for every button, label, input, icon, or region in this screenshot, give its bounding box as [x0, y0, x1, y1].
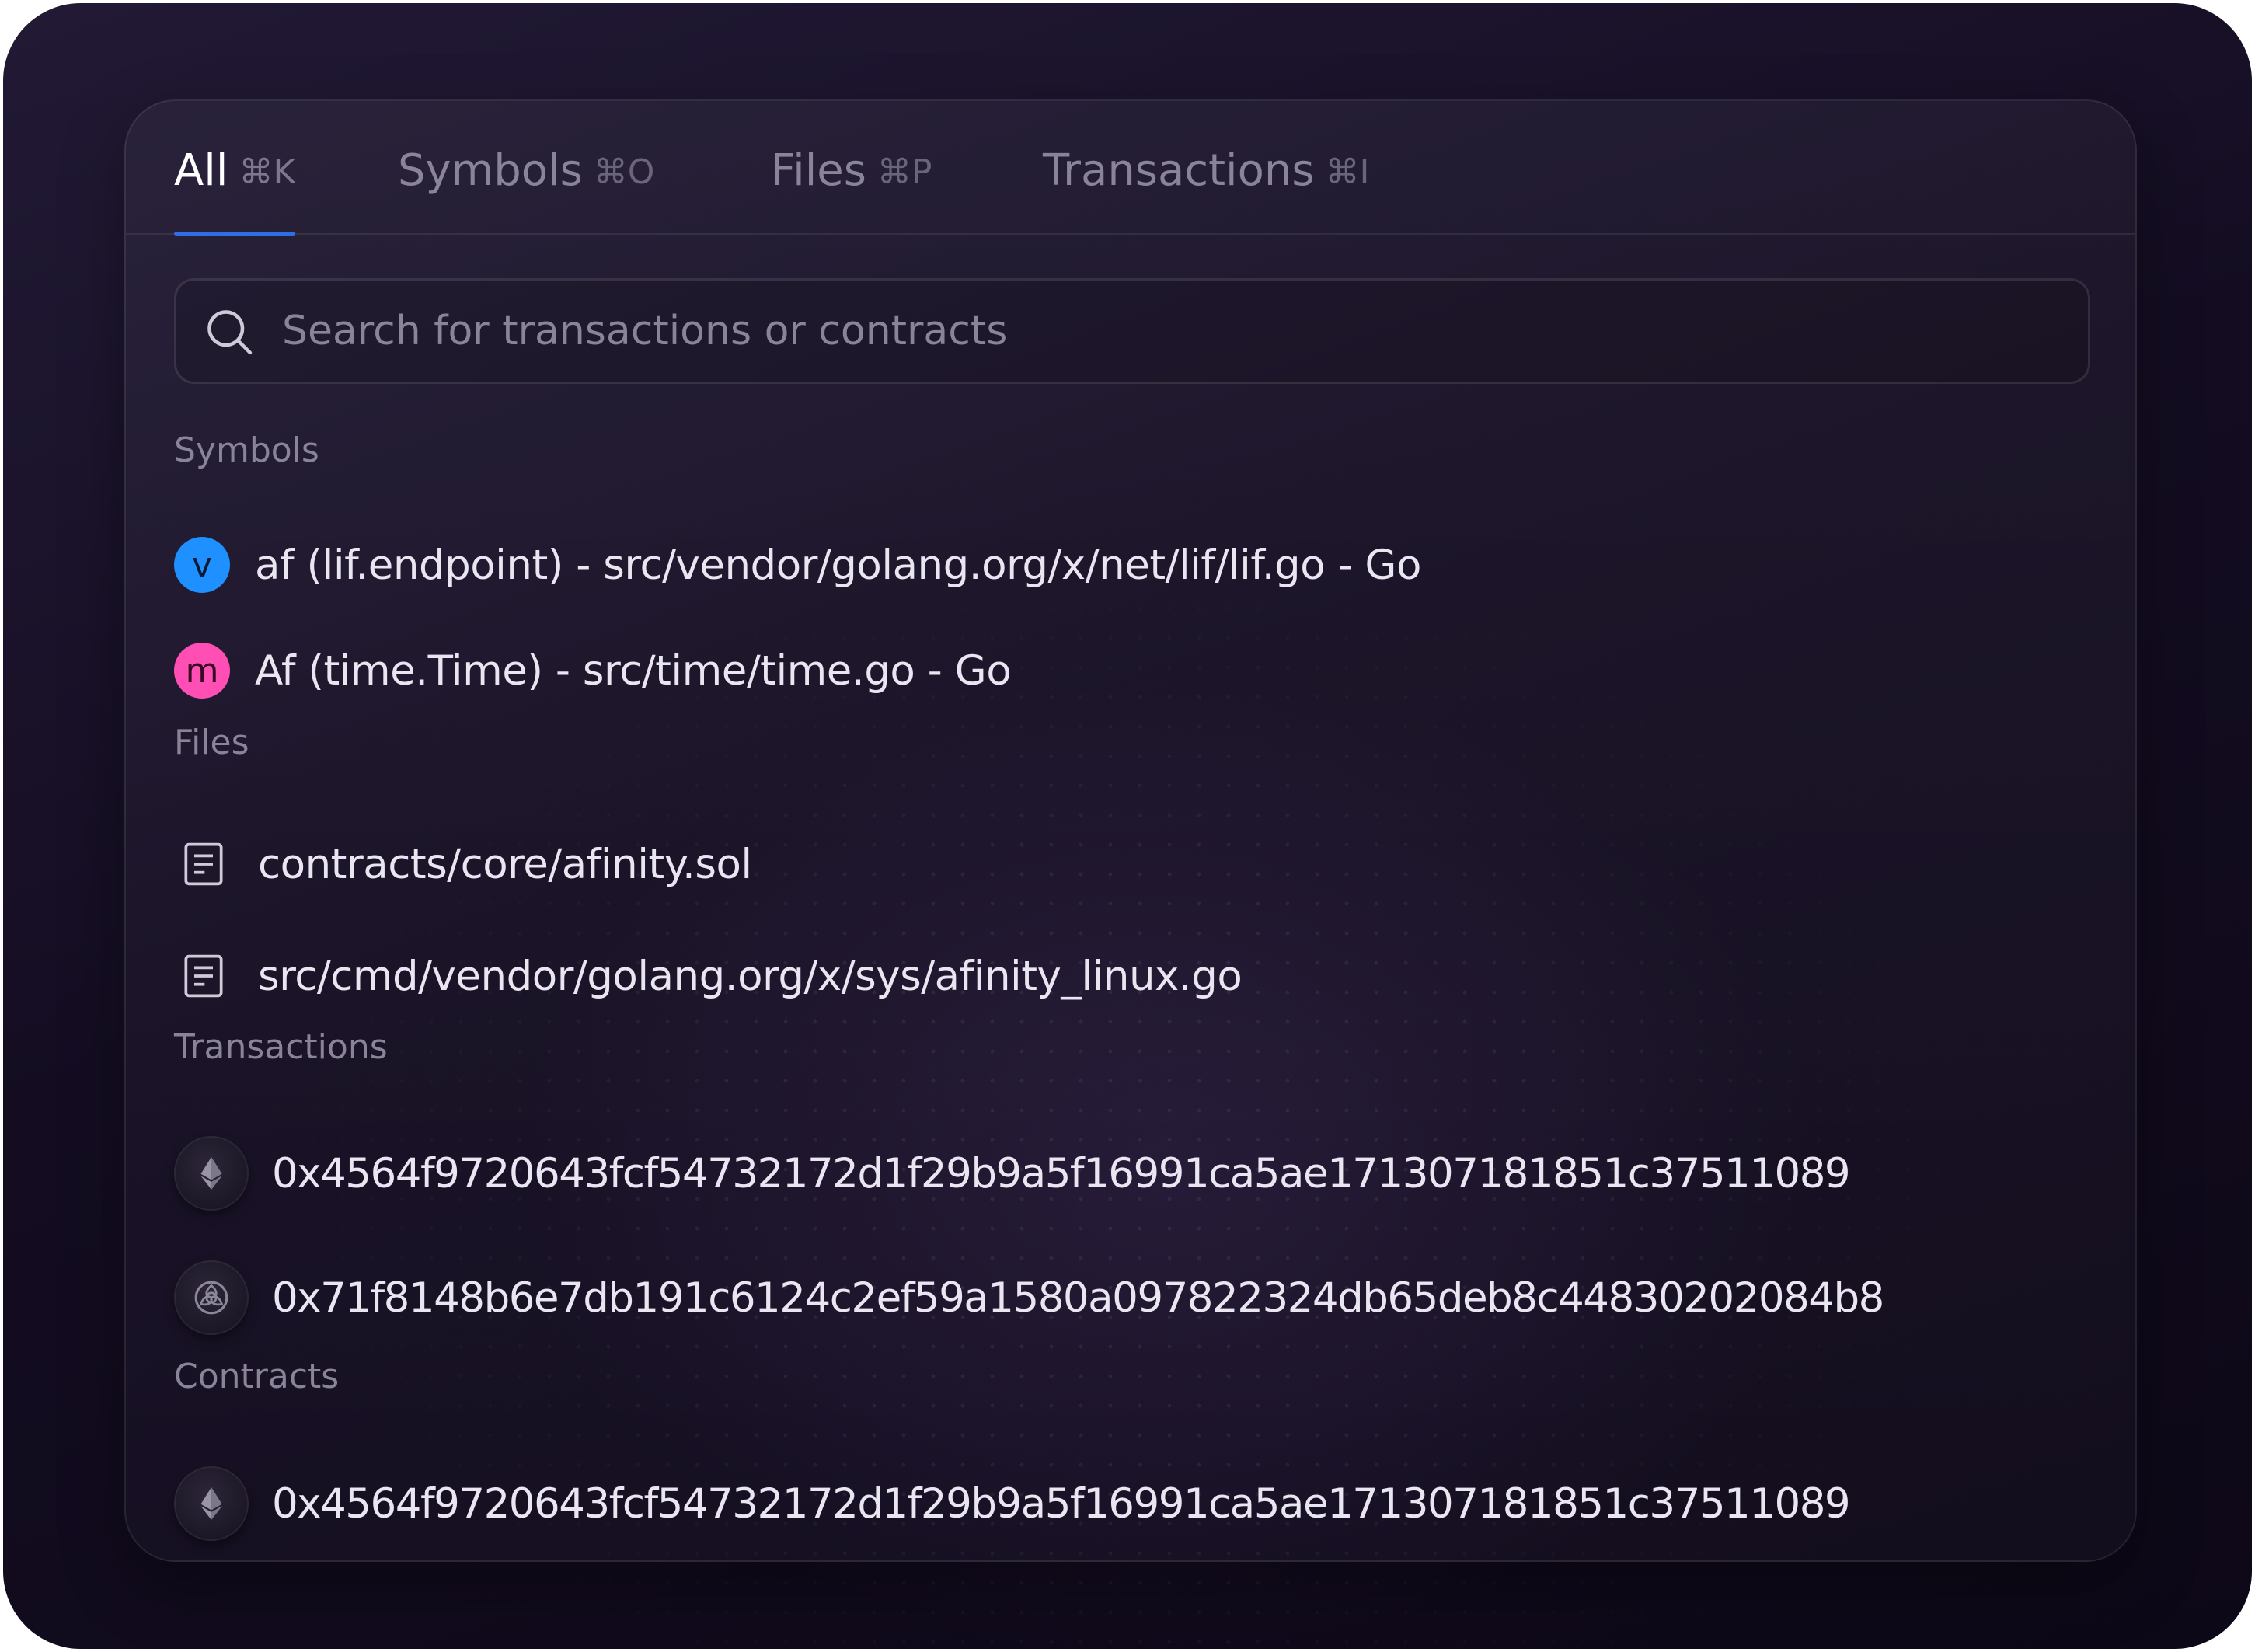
tab-label: Files: [771, 145, 866, 196]
tab-label: All: [174, 145, 228, 196]
tab-symbols[interactable]: Symbols ⌘O: [398, 140, 654, 235]
tab-label: Transactions: [1043, 145, 1315, 196]
document-icon: [184, 842, 223, 886]
symbol-result-item[interactable]: v af (lif.endpoint) - src/vendor/golang.…: [174, 530, 1421, 600]
contract-address: 0x4564f9720643fcf54732172d1f29b9a5f16991…: [272, 1479, 1851, 1528]
trefoil-token-icon: [174, 1260, 249, 1335]
transaction-hash: 0x4564f9720643fcf54732172d1f29b9a5f16991…: [272, 1149, 1851, 1197]
symbol-kind-badge: m: [174, 643, 230, 699]
tab-shortcut: ⌘K: [239, 152, 296, 192]
file-result-item[interactable]: src/cmd/vendor/golang.org/x/sys/afinity_…: [174, 941, 1243, 1011]
section-title-files: Files: [174, 723, 249, 762]
transaction-result-item[interactable]: 0x4564f9720643fcf54732172d1f29b9a5f16991…: [174, 1136, 1851, 1211]
symbol-result-item[interactable]: m Af (time.Time) - src/time/time.go - Go: [174, 636, 1012, 706]
tab-label: Symbols: [398, 145, 583, 196]
section-title-contracts: Contracts: [174, 1357, 340, 1396]
contract-result-item[interactable]: 0x4564f9720643fcf54732172d1f29b9a5f16991…: [174, 1466, 1851, 1541]
search-box: [174, 278, 2090, 384]
tab-all[interactable]: All ⌘K: [174, 140, 296, 236]
tab-bar: All ⌘K Symbols ⌘O Files ⌘P Transactions …: [126, 101, 2135, 236]
file-result-text: contracts/core/afinity.sol: [258, 840, 752, 888]
file-result-item[interactable]: contracts/core/afinity.sol: [174, 829, 752, 899]
document-icon: [184, 954, 223, 998]
symbol-result-text: Af (time.Time) - src/time/time.go - Go: [255, 647, 1012, 695]
tab-files[interactable]: Files ⌘P: [771, 140, 932, 235]
search-icon: [207, 310, 253, 355]
tab-shortcut: ⌘O: [593, 152, 655, 192]
section-title-transactions: Transactions: [174, 1027, 388, 1067]
active-tab-indicator: [174, 232, 296, 236]
tab-shortcut: ⌘P: [877, 152, 932, 192]
symbol-result-text: af (lif.endpoint) - src/vendor/golang.or…: [255, 541, 1421, 589]
section-title-symbols: Symbols: [174, 430, 319, 470]
transaction-hash: 0x71f8148b6e7db191c6124c2ef59a1580a09782…: [272, 1274, 1884, 1322]
app-window: All ⌘K Symbols ⌘O Files ⌘P Transactions …: [3, 3, 2252, 1649]
file-result-text: src/cmd/vendor/golang.org/x/sys/afinity_…: [258, 952, 1243, 1000]
tab-transactions[interactable]: Transactions ⌘I: [1043, 140, 1370, 235]
transaction-result-item[interactable]: 0x71f8148b6e7db191c6124c2ef59a1580a09782…: [174, 1260, 1884, 1335]
command-palette: All ⌘K Symbols ⌘O Files ⌘P Transactions …: [124, 99, 2137, 1562]
tab-shortcut: ⌘I: [1325, 152, 1370, 192]
search-input[interactable]: [281, 281, 2052, 382]
ethereum-icon: [174, 1136, 249, 1211]
ethereum-icon: [174, 1466, 249, 1541]
symbol-kind-badge: v: [174, 537, 230, 593]
